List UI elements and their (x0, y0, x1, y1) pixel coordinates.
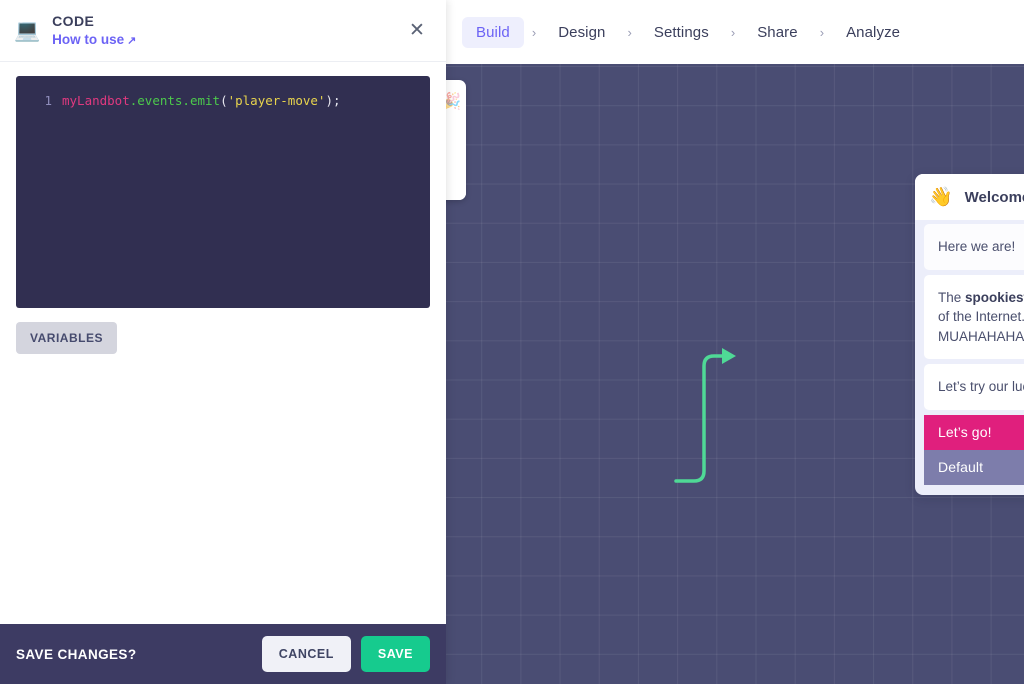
welcome-node-title: Welcome (964, 188, 1024, 206)
cancel-button[interactable]: CANCEL (261, 636, 351, 672)
node-button-default[interactable]: Default (924, 449, 1024, 485)
bubble-text-pre: The (938, 289, 966, 305)
node-button-label: Default (938, 459, 984, 476)
close-icon[interactable]: ✕ (402, 16, 432, 46)
code-token-semicolon: ; (332, 93, 341, 108)
tab-design[interactable]: Design (544, 17, 619, 48)
tab-analyze[interactable]: Analyze (832, 17, 914, 48)
message-bubble[interactable]: Let’s try our luck, shall we? (924, 364, 1024, 410)
code-token-variable: myLandbot (62, 93, 130, 108)
line-number: 1 (44, 93, 52, 108)
welcome-button-list: Let’s go! Default (924, 414, 1024, 485)
bubble-text-bold: spookiest street (965, 289, 1024, 305)
code-editor-panel: 💻 CODE How to use ↗ ✕ 1 myLandbot. events. e… (0, 0, 446, 684)
node-button-label: Let’s go! (938, 424, 992, 441)
flow-canvas[interactable]: 🎉 👋 Welcome Here we are! The spookiest s… (446, 0, 1024, 684)
save-button[interactable]: SAVE (360, 636, 430, 672)
app-root: 🎉 👋 Welcome Here we are! The spookiest s… (0, 0, 1024, 684)
tab-settings[interactable]: Settings (640, 17, 723, 48)
tab-share[interactable]: Share (743, 17, 812, 48)
code-line[interactable]: 1 myLandbot. events. emit('player-move'); (16, 92, 430, 111)
tab-separator: › (627, 24, 632, 40)
node-button-lets-go[interactable]: Let’s go! (924, 414, 1024, 450)
save-changes-prompt: SAVE CHANGES? (16, 646, 137, 662)
code-editor[interactable]: 1 myLandbot. events. emit('player-move'); (16, 76, 430, 308)
tab-separator: › (531, 24, 537, 40)
how-to-use-link[interactable]: How to use ↗ (52, 31, 402, 49)
code-token-method: emit (189, 93, 221, 108)
editor-wrapper: 1 myLandbot. events. emit('player-move'); (0, 62, 446, 308)
message-bubble[interactable]: Here we are! (924, 224, 1024, 270)
message-bubble[interactable]: The spookiest street on all of the Inter… (924, 274, 1024, 360)
node-welcome[interactable]: 👋 Welcome Here we are! The spookiest str… (915, 174, 1024, 495)
how-to-use-label: How to use (52, 31, 125, 47)
code-token-dot: . (129, 93, 138, 108)
waving-hand-icon: 👋 (929, 186, 953, 208)
variables-button[interactable]: VARIABLES (16, 322, 117, 354)
code-token-paren: ( (220, 93, 228, 108)
tab-separator: › (730, 24, 736, 40)
panel-header-texts: CODE How to use ↗ (52, 12, 402, 49)
welcome-node-header[interactable]: 👋 Welcome (915, 174, 1024, 220)
laptop-icon: 💻 (14, 19, 41, 42)
panel-title: CODE (52, 12, 95, 29)
tab-separator: › (819, 24, 825, 40)
code-token-dot: . (182, 93, 190, 108)
wire-arrowhead (722, 348, 736, 364)
code-token-property: events (137, 93, 183, 108)
node-bottom-pad (915, 485, 1024, 495)
tab-build[interactable]: Build (462, 16, 524, 48)
save-changes-bar: SAVE CHANGES? CANCEL SAVE (0, 624, 446, 684)
code-token-string: 'player-move' (227, 93, 326, 108)
panel-header: 💻 CODE How to use ↗ ✕ (0, 0, 446, 62)
external-link-icon: ↗ (127, 34, 137, 47)
code-token-paren: ) (325, 93, 333, 108)
wire-default-to-javascript (674, 354, 726, 483)
welcome-message-list: Here we are! The spookiest street on all… (915, 220, 1024, 410)
main-tab-bar: Build › Design › Settings › Share › Anal… (446, 0, 1024, 64)
